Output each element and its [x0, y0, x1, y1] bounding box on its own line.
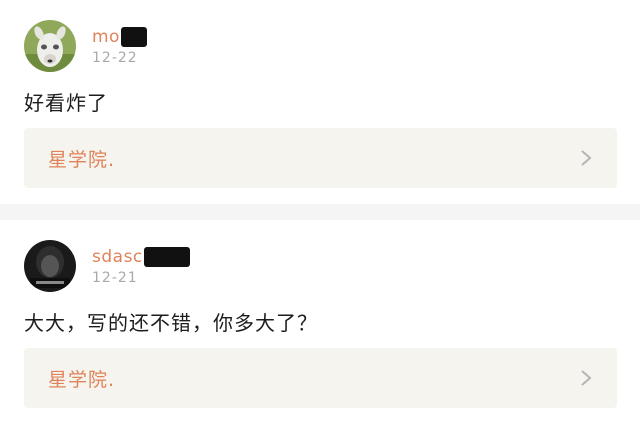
- comment-date: 12-21: [92, 270, 138, 286]
- username-text: sdasc: [92, 247, 143, 267]
- alpaca-avatar-icon: [24, 20, 76, 72]
- username-text: mo: [92, 27, 120, 47]
- dark-portrait-avatar-icon: [24, 240, 76, 292]
- linked-post-card[interactable]: 星学院.: [24, 128, 617, 188]
- comments-page: mo 12-22 好看炸了 星学院. sdasc 12-21 大大，写的还不错，…: [0, 0, 640, 430]
- redaction-mark: [120, 27, 147, 47]
- linked-post-title: 星学院.: [48, 149, 116, 171]
- redaction-mark: [143, 247, 190, 267]
- linked-post-card[interactable]: 星学院.: [24, 348, 617, 408]
- comment-text: 好看炸了: [24, 91, 108, 115]
- chevron-right-icon: [581, 150, 592, 166]
- avatar[interactable]: [24, 20, 76, 72]
- chevron-right-icon: [581, 370, 592, 386]
- comment-text: 大大，写的还不错，你多大了？: [24, 311, 318, 335]
- username[interactable]: mo: [92, 27, 147, 47]
- comment-date: 12-22: [92, 50, 138, 66]
- comment-divider: [0, 204, 640, 220]
- username[interactable]: sdasc: [92, 247, 190, 267]
- avatar[interactable]: [24, 240, 76, 292]
- linked-post-title: 星学院.: [48, 369, 116, 391]
- comment-item: sdasc 12-21 大大，写的还不错，你多大了？ 星学院.: [0, 220, 640, 430]
- comment-item: mo 12-22 好看炸了 星学院.: [0, 0, 640, 204]
